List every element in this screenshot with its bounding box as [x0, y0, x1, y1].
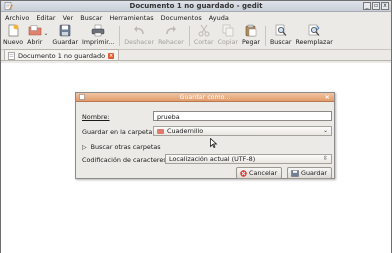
- new-document-icon: [8, 24, 19, 37]
- redo-button[interactable]: Rehacer: [158, 23, 184, 49]
- maximize-button[interactable]: ▫: [372, 2, 380, 10]
- undo-icon: [134, 26, 144, 35]
- dialog-title: Guardar como...: [179, 94, 231, 101]
- dialog-close-icon[interactable]: ×: [325, 93, 330, 101]
- scissors-icon: [198, 24, 210, 37]
- undo-button[interactable]: Deshacer: [124, 23, 154, 49]
- minimize-button[interactable]: _: [363, 2, 371, 10]
- save-floppy-icon: [291, 169, 299, 177]
- menu-ayuda[interactable]: Ayuda: [209, 14, 229, 22]
- document-icon: [8, 51, 15, 60]
- chevron-down-icon: ⌄: [322, 127, 328, 134]
- replace-icon: [308, 24, 320, 36]
- dialog-title-bar[interactable]: Guardar como... ×: [76, 93, 334, 102]
- menu-editar[interactable]: Editar: [36, 14, 55, 22]
- cancel-button[interactable]: Cancelar: [236, 167, 282, 179]
- menu-documentos[interactable]: Documentos: [161, 14, 202, 22]
- menu-archivo[interactable]: Archivo: [5, 14, 29, 22]
- folder-label: Guardar en la carpeta:: [82, 128, 155, 136]
- menu-buscar[interactable]: Buscar: [80, 14, 102, 22]
- save-floppy-icon: [59, 24, 71, 37]
- replace-button[interactable]: Reemplazar: [295, 23, 333, 49]
- cancel-icon: [240, 169, 247, 177]
- open-button[interactable]: Abrir: [27, 23, 42, 49]
- paste-clipboard-icon: [245, 24, 257, 37]
- open-folder-icon: [28, 25, 42, 36]
- name-input[interactable]: prueba: [153, 111, 332, 121]
- toolbar: Nuevo Abrir ⌄ Guardar Imprimir... Deshac…: [1, 23, 391, 50]
- name-label: Nombre:: [82, 113, 110, 121]
- redo-icon: [166, 26, 176, 35]
- close-window-button[interactable]: x: [381, 2, 389, 10]
- print-button[interactable]: Imprimir...: [82, 23, 114, 49]
- toolbar-separator: [188, 26, 190, 46]
- document-tabs: Documento 1 no guardado ×: [1, 49, 391, 61]
- save-button[interactable]: Guardar: [52, 23, 78, 49]
- open-recent-dropdown-icon[interactable]: ⌄: [43, 30, 49, 37]
- menu-ver[interactable]: Ver: [63, 14, 74, 22]
- toolbar-separator: [264, 26, 266, 46]
- cut-button[interactable]: Cortar: [194, 23, 214, 49]
- save-dialog-button[interactable]: Guardar: [287, 167, 332, 179]
- encoding-value: Localización actual (UTF-8): [169, 155, 256, 163]
- toolbar-separator: [119, 26, 121, 46]
- spin-arrows-icon: ⇳: [322, 155, 328, 162]
- folder-value: Cuadernillo: [167, 127, 204, 135]
- folder-icon: [157, 128, 164, 134]
- menu-bar: Archivo Editar Ver Buscar Herramientas D…: [1, 12, 391, 23]
- copy-icon: [222, 24, 234, 37]
- folder-combo[interactable]: Cuadernillo ⌄: [153, 126, 332, 136]
- close-tab-icon[interactable]: ×: [108, 52, 115, 59]
- window-title: Documento 1 no guardado - gedit: [129, 2, 263, 10]
- save-as-dialog: Guardar como... × Nombre: prueba Guardar…: [75, 92, 335, 179]
- gedit-window: Documento 1 no guardado - gedit _ ▫ x Ar…: [0, 0, 392, 253]
- browse-folders-label: Buscar otras carpetas: [90, 143, 161, 151]
- printer-icon: [91, 24, 105, 37]
- tab-document-1[interactable]: Documento 1 no guardado ×: [4, 49, 120, 60]
- encoding-label: Codificación de caracteres:: [82, 156, 169, 164]
- tab-label: Documento 1 no guardado: [18, 51, 106, 60]
- new-button[interactable]: Nuevo: [3, 23, 23, 49]
- menu-herramientas[interactable]: Herramientas: [109, 14, 153, 22]
- mouse-cursor-icon: [210, 138, 218, 148]
- expander-arrow-icon: ▷: [82, 143, 87, 151]
- find-button[interactable]: Buscar: [270, 23, 291, 49]
- encoding-combo[interactable]: Localización actual (UTF-8) ⇳: [165, 154, 332, 164]
- paste-button[interactable]: Pegar: [242, 23, 260, 49]
- title-bar[interactable]: Documento 1 no guardado - gedit _ ▫ x: [1, 1, 391, 12]
- copy-button[interactable]: Copiar: [218, 23, 238, 49]
- browse-folders-expander[interactable]: ▷ Buscar otras carpetas: [82, 143, 161, 151]
- find-magnifier-icon: [275, 24, 287, 36]
